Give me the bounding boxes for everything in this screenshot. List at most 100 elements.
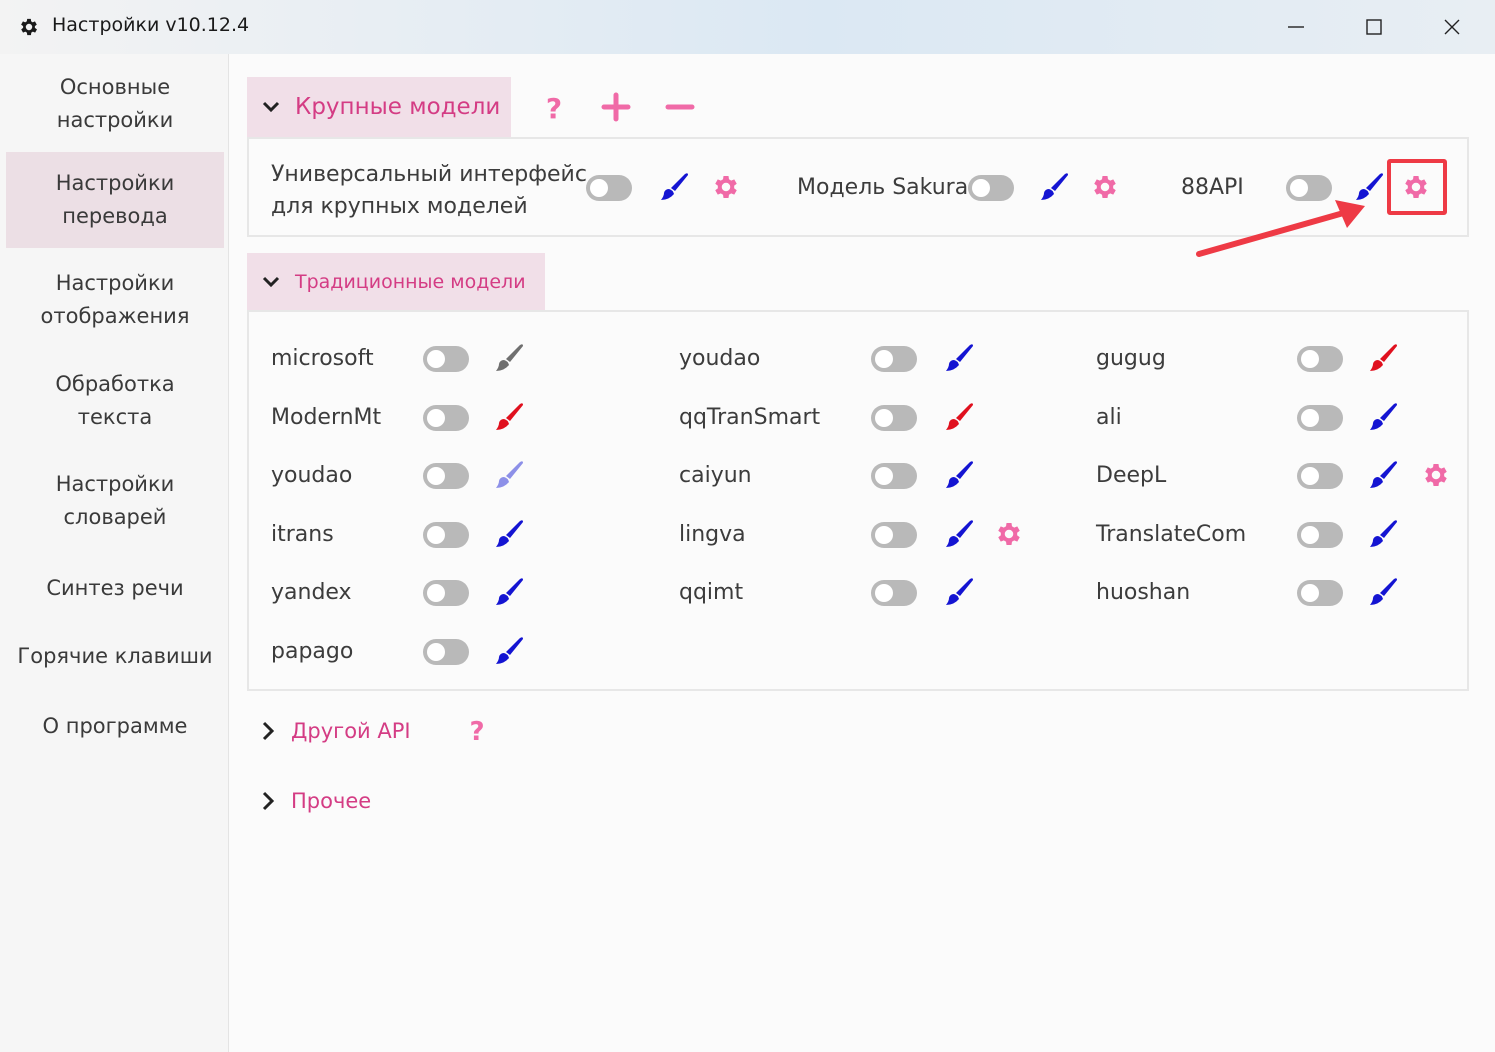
model-toggle[interactable] — [871, 580, 917, 606]
brush-icon[interactable] — [1366, 340, 1400, 374]
brush-icon[interactable] — [492, 457, 526, 491]
sidebar-item-translation[interactable]: Настройки перевода — [6, 152, 224, 248]
model-label: ali — [1096, 405, 1122, 430]
model-toggle[interactable] — [1297, 580, 1343, 606]
remove-model-button[interactable] — [660, 87, 700, 127]
annotation-arrow — [1196, 200, 1365, 257]
brush-icon[interactable] — [657, 169, 691, 203]
brush-icon[interactable] — [1366, 516, 1400, 550]
brush-icon[interactable] — [1037, 169, 1071, 203]
brush-icon[interactable] — [942, 340, 976, 374]
brush-icon[interactable] — [942, 399, 976, 433]
model-label: TranslateCom — [1096, 522, 1247, 547]
minus-icon — [665, 104, 695, 110]
minimize-button[interactable] — [1257, 0, 1335, 54]
chevron-down-icon — [261, 97, 281, 117]
model-toggle[interactable] — [1297, 463, 1343, 489]
maximize-button[interactable] — [1335, 0, 1413, 54]
model-label: Универсальный интерфейс для крупных моде… — [271, 162, 587, 219]
model-label: DeepL — [1096, 463, 1167, 488]
sidebar-item-label: Обработка текста — [55, 372, 175, 429]
model-label: yandex — [271, 580, 352, 605]
sidebar-item-label: Настройки перевода — [55, 171, 175, 228]
large-models-header[interactable]: Крупные модели — [247, 77, 511, 137]
model-label: gugug — [1096, 346, 1166, 371]
section-title: Традиционные модели — [295, 270, 526, 293]
question-icon: ? — [546, 92, 562, 122]
model-label: papago — [271, 639, 354, 664]
model-label: qqTranSmart — [679, 405, 821, 430]
sidebar-item-tts[interactable]: Синтез речи — [6, 568, 224, 608]
section-title: Крупные модели — [295, 94, 501, 120]
brush-icon[interactable] — [492, 399, 526, 433]
chevron-right-icon — [262, 791, 275, 811]
brush-icon[interactable] — [1366, 574, 1400, 608]
sidebar: Основные настройки Настройки перевода На… — [0, 54, 229, 1052]
sidebar-item-dictionaries[interactable]: Настройки словарей — [6, 465, 224, 537]
section-title: Другой API — [291, 719, 411, 743]
close-button[interactable] — [1413, 0, 1491, 54]
model-label: qqimt — [679, 580, 744, 605]
model-label: itrans — [271, 522, 334, 547]
traditional-models-panel: microsoft youdao gugug ModernMt qqTranSmart a… — [247, 310, 1469, 691]
add-model-button[interactable] — [596, 87, 636, 127]
chevron-down-icon — [261, 272, 281, 292]
brush-icon[interactable] — [492, 516, 526, 550]
model-toggle[interactable] — [871, 405, 917, 431]
gear-icon[interactable] — [1090, 172, 1120, 202]
model-toggle[interactable] — [1297, 346, 1343, 372]
brush-icon[interactable] — [1366, 457, 1400, 491]
model-toggle[interactable] — [423, 639, 469, 665]
model-toggle[interactable] — [423, 463, 469, 489]
sidebar-item-label: Основные настройки — [56, 75, 174, 132]
model-label: youdao — [271, 463, 353, 488]
model-toggle[interactable] — [423, 522, 469, 548]
help-button[interactable]: ? — [534, 87, 574, 127]
brush-icon[interactable] — [942, 574, 976, 608]
sidebar-item-general[interactable]: Основные настройки — [6, 68, 224, 140]
gear-icon[interactable] — [711, 172, 741, 202]
sidebar-item-label: Настройки отображения — [40, 271, 190, 328]
brush-icon[interactable] — [492, 340, 526, 374]
traditional-models-header[interactable]: Традиционные модели — [247, 253, 545, 310]
brush-icon[interactable] — [942, 516, 976, 550]
brush-icon[interactable] — [1366, 399, 1400, 433]
main-content: Крупные модели ? Универсальный интерфейс… — [229, 54, 1495, 1052]
other-api-help-button[interactable]: ? — [457, 710, 497, 750]
brush-icon[interactable] — [942, 457, 976, 491]
model-label: huoshan — [1096, 580, 1191, 605]
model-toggle[interactable] — [871, 463, 917, 489]
model-label: caiyun — [679, 463, 752, 488]
sidebar-item-label: О программе — [42, 713, 188, 738]
gear-icon[interactable] — [1421, 460, 1451, 490]
model-toggle[interactable] — [1297, 522, 1343, 548]
gear-icon[interactable] — [994, 519, 1024, 549]
model-label: Модель Sakura — [797, 175, 969, 200]
sidebar-item-label: Синтез речи — [46, 575, 184, 600]
brush-icon[interactable] — [492, 633, 526, 667]
sidebar-item-about[interactable]: О программе — [6, 706, 224, 746]
model-toggle[interactable] — [423, 580, 469, 606]
model-toggle[interactable] — [423, 346, 469, 372]
sidebar-item-hotkeys[interactable]: Горячие клавиши — [6, 636, 224, 676]
question-icon: ? — [469, 717, 484, 744]
other-api-header[interactable]: Другой API — [259, 716, 411, 746]
model-label: lingva — [679, 522, 746, 547]
sidebar-item-text-processing[interactable]: Обработка текста — [6, 365, 224, 437]
svg-text:?: ? — [469, 717, 484, 744]
sidebar-item-display[interactable]: Настройки отображения — [6, 264, 224, 336]
plus-icon — [601, 92, 631, 122]
misc-header[interactable]: Прочее — [259, 786, 371, 816]
model-label: ModernMt — [271, 405, 382, 430]
sidebar-item-label: Настройки словарей — [55, 472, 175, 529]
brush-icon[interactable] — [492, 574, 526, 608]
model-toggle[interactable] — [871, 346, 917, 372]
model-toggle[interactable] — [968, 175, 1014, 201]
model-toggle[interactable] — [871, 522, 917, 548]
section-title: Прочее — [291, 789, 372, 813]
model-toggle[interactable] — [423, 405, 469, 431]
model-toggle[interactable] — [1297, 405, 1343, 431]
model-toggle[interactable] — [586, 175, 632, 201]
close-icon — [1444, 19, 1460, 35]
gear-icon — [21, 18, 37, 36]
